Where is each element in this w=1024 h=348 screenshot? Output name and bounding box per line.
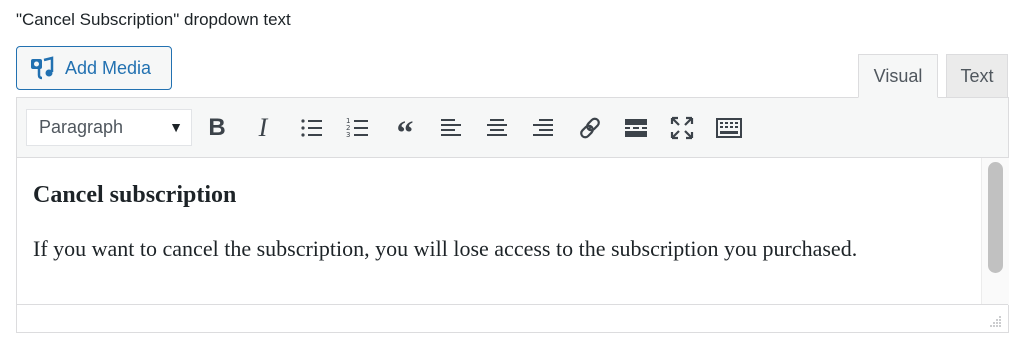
content-heading: Cancel subscription (33, 182, 237, 208)
scroll-thumb[interactable] (988, 162, 1003, 273)
tab-visual[interactable]: Visual (858, 54, 938, 98)
bulleted-list-icon (301, 119, 322, 137)
align-left-button[interactable] (435, 112, 467, 144)
align-right-button[interactable] (527, 112, 559, 144)
add-media-label: Add Media (65, 57, 152, 78)
editor-scrollbar[interactable] (981, 158, 1009, 305)
keyboard-icon (716, 118, 742, 138)
add-media-icon (29, 55, 55, 81)
italic-button[interactable]: I (247, 112, 279, 144)
add-media-button[interactable]: Add Media (16, 46, 172, 90)
bold-button[interactable]: B (201, 112, 233, 144)
fullscreen-icon (670, 116, 694, 140)
blockquote-button[interactable]: “ (389, 112, 421, 151)
align-center-icon (487, 119, 507, 136)
numbered-list-button[interactable]: 1 2 3 (342, 112, 374, 144)
insert-link-button[interactable] (574, 112, 606, 144)
toolbar-toggle-button[interactable] (713, 112, 745, 144)
editor-statusbar (17, 304, 1008, 332)
editor-content[interactable]: Cancel subscription If you want to cance… (17, 158, 979, 305)
format-select[interactable]: Paragraph ▼ (26, 109, 192, 146)
resize-handle-icon[interactable] (988, 314, 1002, 328)
align-center-button[interactable] (481, 112, 513, 144)
format-select-value: Paragraph (39, 117, 124, 137)
fullscreen-button[interactable] (666, 112, 698, 144)
editor-toolbar: Paragraph ▼ B I 1 2 3 “ (17, 98, 1008, 158)
tab-text[interactable]: Text (946, 54, 1008, 98)
chevron-down-icon: ▼ (169, 119, 183, 135)
align-right-icon (533, 119, 553, 136)
svg-text:3: 3 (346, 131, 350, 139)
read-more-icon (625, 119, 647, 137)
content-paragraph: If you want to cancel the subscription, … (33, 236, 858, 261)
bulleted-list-button[interactable] (296, 112, 328, 144)
align-left-icon (441, 119, 461, 136)
editor: Paragraph ▼ B I 1 2 3 “ Cancel subscript… (16, 97, 1009, 333)
field-label: "Cancel Subscription" dropdown text (16, 10, 291, 29)
link-icon (580, 117, 600, 139)
read-more-button[interactable] (620, 112, 652, 144)
numbered-list-icon: 1 2 3 (346, 117, 368, 139)
